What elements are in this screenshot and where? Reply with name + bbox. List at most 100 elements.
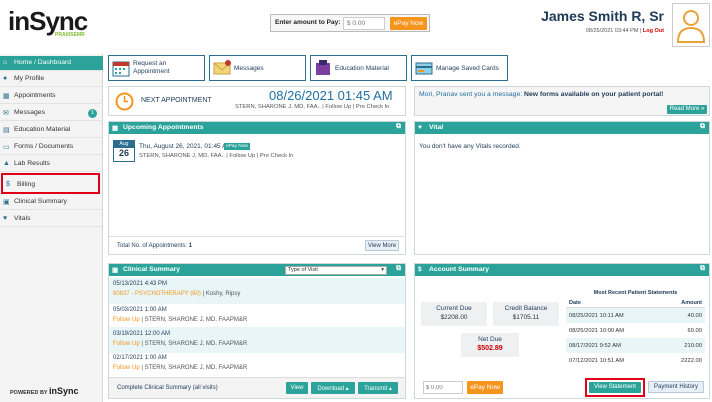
panel-title: Account Summary (429, 266, 490, 273)
sidebar-item-home[interactable]: ⌂ Home / Dashboard (0, 56, 103, 71)
clinical-entry-line: Follow Up | STERN, SHARONE J, MD, FAAPM&… (113, 341, 248, 347)
quick-link-label: Request an Appointment (133, 60, 170, 75)
table-row: 08/17/2021 9:52 AM 210.00 (566, 338, 705, 353)
clinical-entry[interactable]: 02/17/2021 1:00 AM Follow Up | STERN, SH… (109, 353, 405, 379)
read-more-button[interactable]: Read More » (667, 105, 707, 114)
sidebar: ⌂ Home / Dashboard ● My Profile ▦ Appointme… (0, 54, 103, 402)
clipboard-icon: ▣ (112, 267, 119, 274)
clinical-entry[interactable]: 03/19/2021 12:00 AM Follow Up | STERN, S… (109, 327, 405, 353)
user-icon: ● (3, 75, 8, 82)
sidebar-item-label: Vitals (14, 215, 31, 222)
quick-link-messages[interactable]: Messages (209, 55, 306, 81)
sidebar-item-appointments[interactable]: ▦ Appointments (0, 89, 103, 104)
upcoming-appointments-header: ▦ Upcoming Appointments ⧉ (109, 122, 405, 134)
sidebar-item-lab-results[interactable]: ▲ Lab Results (0, 157, 103, 172)
clinical-entry-date: 05/03/2021 1:00 AM (113, 307, 167, 313)
expand-icon[interactable]: ⧉ (396, 123, 401, 131)
quick-link-label: Messages (234, 65, 264, 72)
account-epay-now-button[interactable]: ePay Now (467, 381, 503, 394)
clinical-entry-line: 90837 - PSYCHOTHERAPY (60) | Koshy, Rips… (113, 291, 241, 297)
panel-title: Vital (429, 124, 444, 131)
table-row: 08/25/2021 10:11 AM 40.00 (566, 308, 705, 323)
sidebar-item-label: Education Material (14, 126, 71, 133)
divider (109, 236, 405, 237)
visit-type-select[interactable]: Type of Visit ▾ (285, 266, 387, 275)
powered-by-logo: inSync (49, 386, 79, 396)
net-due-card: Net Due $502.89 (461, 333, 519, 357)
download-button[interactable]: Download ▴ (311, 382, 355, 394)
heart-icon: ♥ (3, 215, 8, 222)
calendar-icon: ▦ (3, 93, 10, 100)
next-appointment-datetime: 08/26/2021 01:45 AM (269, 88, 393, 103)
quick-link-manage-saved-cards[interactable]: Manage Saved Cards (411, 55, 508, 81)
sidebar-item-label: Appointments (14, 92, 56, 99)
recent-statements-title: Most Recent Patient Statements (593, 290, 678, 296)
quick-link-education-material[interactable]: Education Material (310, 55, 407, 81)
view-statement-highlight: View Statement (585, 378, 645, 397)
sidebar-item-forms-documents[interactable]: ▭ Forms / Documents (0, 140, 103, 155)
view-button[interactable]: View (286, 382, 308, 394)
expand-icon[interactable]: ⧉ (396, 265, 401, 273)
sidebar-item-vitals[interactable]: ♥ Vitals (0, 212, 103, 227)
book-icon (316, 60, 330, 75)
sidebar-item-messages[interactable]: ✉ Messages 1 (0, 106, 103, 121)
flask-icon: ▲ (3, 160, 10, 167)
caret-up-icon: ▴ (345, 386, 349, 392)
view-statement-button[interactable]: View Statement (589, 382, 641, 393)
clinical-summary-panel: ▣ Clinical Summary ⧉ Type of Visit ▾ 05/13/… (108, 263, 406, 399)
epay-now-button[interactable]: ePay Now (390, 17, 427, 30)
clinical-entry[interactable]: 05/13/2021 4:43 PM 90837 - PSYCHOTHERAPY… (109, 278, 405, 304)
appointment-epay-badge[interactable]: ePay Now (224, 143, 250, 150)
caret-up-icon: ▴ (388, 386, 392, 392)
statement-date: 08/17/2021 9:52 AM (569, 343, 621, 349)
sidebar-item-label: Home / Dashboard (14, 59, 72, 66)
header: inSync PRAXISEMR Enter amount to Pay: eP… (0, 0, 712, 52)
statement-date: 08/25/2021 10:00 AM (569, 328, 625, 334)
sidebar-item-my-profile[interactable]: ● My Profile (0, 72, 103, 87)
panel-title: Upcoming Appointments (123, 124, 204, 131)
next-appointment-label: NEXT APPOINTMENT (141, 97, 212, 104)
next-appointment-card[interactable]: NEXT APPOINTMENT 08/26/2021 01:45 AM STE… (108, 86, 406, 116)
dollar-icon: $ (418, 266, 422, 273)
clinical-entry-line: Follow Up | STERN, SHARONE J, MD, FAAPM&… (113, 317, 248, 323)
account-summary-panel: $ Account Summary ⧉ Current Due $2208.00 C… (414, 263, 710, 399)
messages-count-badge: 1 (88, 109, 97, 118)
clinical-entry-date: 02/17/2021 1:00 AM (113, 355, 167, 361)
sidebar-item-billing[interactable]: $ Billing (1, 173, 100, 194)
pay-amount-input[interactable] (343, 17, 385, 30)
credit-balance-card: Credit Balance $1705.11 (493, 302, 559, 326)
quick-link-request-appointment[interactable]: Request an Appointment (108, 55, 205, 81)
pay-amount-box: Enter amount to Pay: ePay Now (270, 14, 430, 32)
quick-link-label: Education Material (335, 65, 389, 72)
payment-history-button[interactable]: Payment History (648, 381, 704, 393)
user-avatar-icon (676, 10, 706, 43)
panel-title: Clinical Summary (123, 266, 181, 273)
view-more-button[interactable]: View More (365, 240, 399, 251)
calendar-icon (112, 61, 130, 77)
transmit-button[interactable]: Transmit ▴ (358, 382, 398, 394)
appointment-detail: STERN, SHARONE J, MD, FAA.. | Follow Up … (139, 153, 294, 159)
recent-statements-table: Most Recent Patient Statements Date Amou… (566, 286, 705, 376)
document-icon: ▭ (3, 144, 10, 151)
logout-link[interactable]: Log Out (643, 28, 664, 34)
vital-panel: ♥ Vital ⧉ You don't have any Vitals record… (414, 121, 710, 255)
pay-amount-label: Enter amount to Pay: (275, 19, 341, 26)
column-header-amount: Amount (681, 300, 702, 306)
expand-icon[interactable]: ⧉ (700, 265, 705, 273)
sidebar-item-education-material[interactable]: ▤ Education Material (0, 123, 103, 138)
session-datetime: 08/25/2021 03:44 PM | Log Out (585, 28, 664, 34)
total-appointments: Total No. of Appointments: 1 (117, 243, 193, 249)
sidebar-item-clinical-summary[interactable]: ▣ Clinical Summary (0, 195, 103, 210)
account-pay-input[interactable] (423, 381, 463, 394)
home-icon: ⌂ (3, 59, 8, 66)
complete-clinical-summary-link[interactable]: Complete Clinical Summary (all visits) (117, 385, 218, 391)
chevron-down-icon: ▾ (381, 267, 384, 273)
statement-amount: 210.00 (684, 343, 702, 349)
net-due-value: $502.89 (477, 345, 503, 352)
clinical-entry-line: Follow Up | STERN, SHARONE J, MD, FAAPM&… (113, 365, 248, 371)
expand-icon[interactable]: ⧉ (700, 123, 705, 131)
credit-balance-label: Credit Balance (504, 305, 548, 312)
avatar[interactable] (672, 3, 710, 47)
message-banner-text: Mori, Pranav sent you a message: New for… (419, 91, 664, 98)
clock-icon (115, 92, 134, 111)
